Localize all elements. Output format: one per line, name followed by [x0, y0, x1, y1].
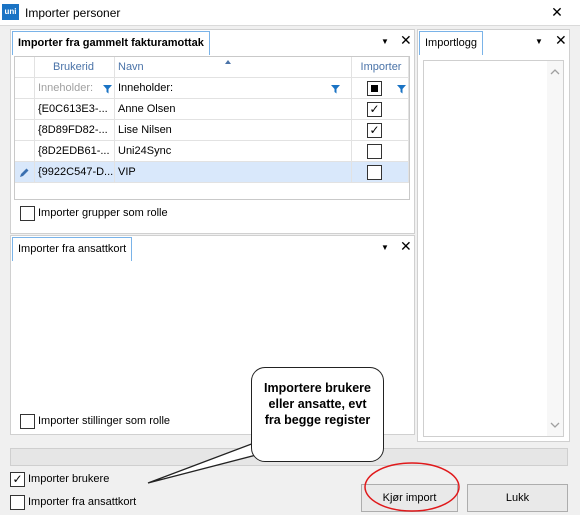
column-header-id[interactable]: Brukerid	[35, 57, 115, 78]
row-indicator	[15, 78, 35, 99]
row-indicator	[15, 120, 35, 141]
row-indicator-header	[15, 57, 35, 78]
filter-input-name[interactable]: Inneholder:	[115, 78, 352, 99]
cell-user-name: Uni24Sync	[115, 141, 352, 162]
user-grid: Brukerid Navn Importer Inneholder: Inneh…	[14, 56, 410, 200]
edit-pencil-icon	[20, 168, 29, 177]
scroll-down-icon[interactable]	[547, 420, 563, 430]
column-header-import[interactable]: Importer	[352, 57, 409, 78]
table-row[interactable]: {8D2EDB61-... Uni24Sync	[15, 141, 409, 162]
import-checkbox[interactable]	[367, 144, 382, 159]
filter-row: Inneholder: Inneholder:	[15, 78, 409, 99]
table-row[interactable]: {E0C613E3-... Anne Olsen ✓	[15, 99, 409, 120]
scroll-up-icon[interactable]	[547, 67, 563, 77]
import-log-panel: Importlogg ▼ ✕	[417, 29, 570, 442]
import-positions-label: Importer stillinger som rolle	[38, 415, 171, 427]
title-bar: uni Importer personer ✕	[0, 0, 580, 26]
table-row[interactable]: {8D89FD82-... Lise Nilsen ✓	[15, 120, 409, 141]
row-indicator	[15, 141, 35, 162]
callout-line: eller ansatte, evt	[268, 397, 367, 411]
panel-close-icon[interactable]: ✕	[400, 33, 412, 47]
import-users-label: Importer brukere	[28, 473, 110, 485]
filter-icon[interactable]	[397, 85, 406, 94]
annotation-callout: Importere brukere eller ansatte, evt fra…	[251, 367, 384, 462]
import-positions-checkbox[interactable]	[20, 414, 35, 429]
panel-menu-icon[interactable]: ▼	[381, 243, 389, 252]
import-checkbox[interactable]: ✓	[367, 102, 382, 117]
filter-icon[interactable]	[103, 85, 112, 94]
close-button[interactable]: Lukk	[467, 484, 568, 512]
cell-user-name: Lise Nilsen	[115, 120, 352, 141]
log-scrollbar[interactable]	[547, 61, 563, 436]
cell-user-name: VIP	[115, 162, 352, 183]
row-indicator	[15, 99, 35, 120]
cell-user-id: {8D2EDB61-...	[35, 141, 115, 162]
employee-import-tab[interactable]: Importer fra ansattkort	[12, 237, 133, 261]
column-header-name[interactable]: Navn	[115, 57, 352, 78]
table-row-selected[interactable]: {9922C547-D... VIP	[15, 162, 409, 183]
panel-menu-icon[interactable]: ▼	[381, 37, 389, 46]
import-checkbox[interactable]: ✓	[367, 123, 382, 138]
cell-user-name: Anne Olsen	[115, 99, 352, 120]
window-title: Importer personer	[25, 6, 121, 20]
filter-icon[interactable]	[331, 85, 340, 94]
cell-user-id: {9922C547-D...	[35, 162, 115, 183]
invoice-import-tab[interactable]: Importer fra gammelt fakturamottak	[12, 31, 210, 55]
panel-close-icon[interactable]: ✕	[555, 33, 567, 47]
import-employees-label: Importer fra ansattkort	[28, 496, 137, 508]
row-indicator	[15, 162, 35, 183]
run-import-button[interactable]: Kjør import	[361, 484, 458, 512]
import-checkbox[interactable]	[367, 165, 382, 180]
callout-line: fra begge register	[264, 413, 371, 427]
import-log-tab[interactable]: Importlogg	[419, 31, 483, 55]
app-logo: uni	[2, 4, 19, 20]
cell-user-id: {E0C613E3-...	[35, 99, 115, 120]
cell-user-id: {8D89FD82-...	[35, 120, 115, 141]
grid-header-row: Brukerid Navn Importer	[15, 57, 409, 78]
import-users-checkbox[interactable]: ✓	[10, 472, 25, 487]
import-groups-checkbox[interactable]	[20, 206, 35, 221]
panel-menu-icon[interactable]: ▼	[535, 37, 543, 46]
filter-tristate-checkbox[interactable]	[367, 81, 382, 96]
panel-close-icon[interactable]: ✕	[400, 239, 412, 253]
import-log-textarea[interactable]	[423, 60, 564, 437]
import-groups-label: Importer grupper som rolle	[38, 207, 168, 219]
callout-line: Importere brukere	[264, 381, 371, 395]
sort-ascending-icon	[225, 60, 231, 64]
import-employees-checkbox[interactable]	[10, 495, 25, 510]
window-close-button[interactable]: ✕	[534, 0, 580, 25]
